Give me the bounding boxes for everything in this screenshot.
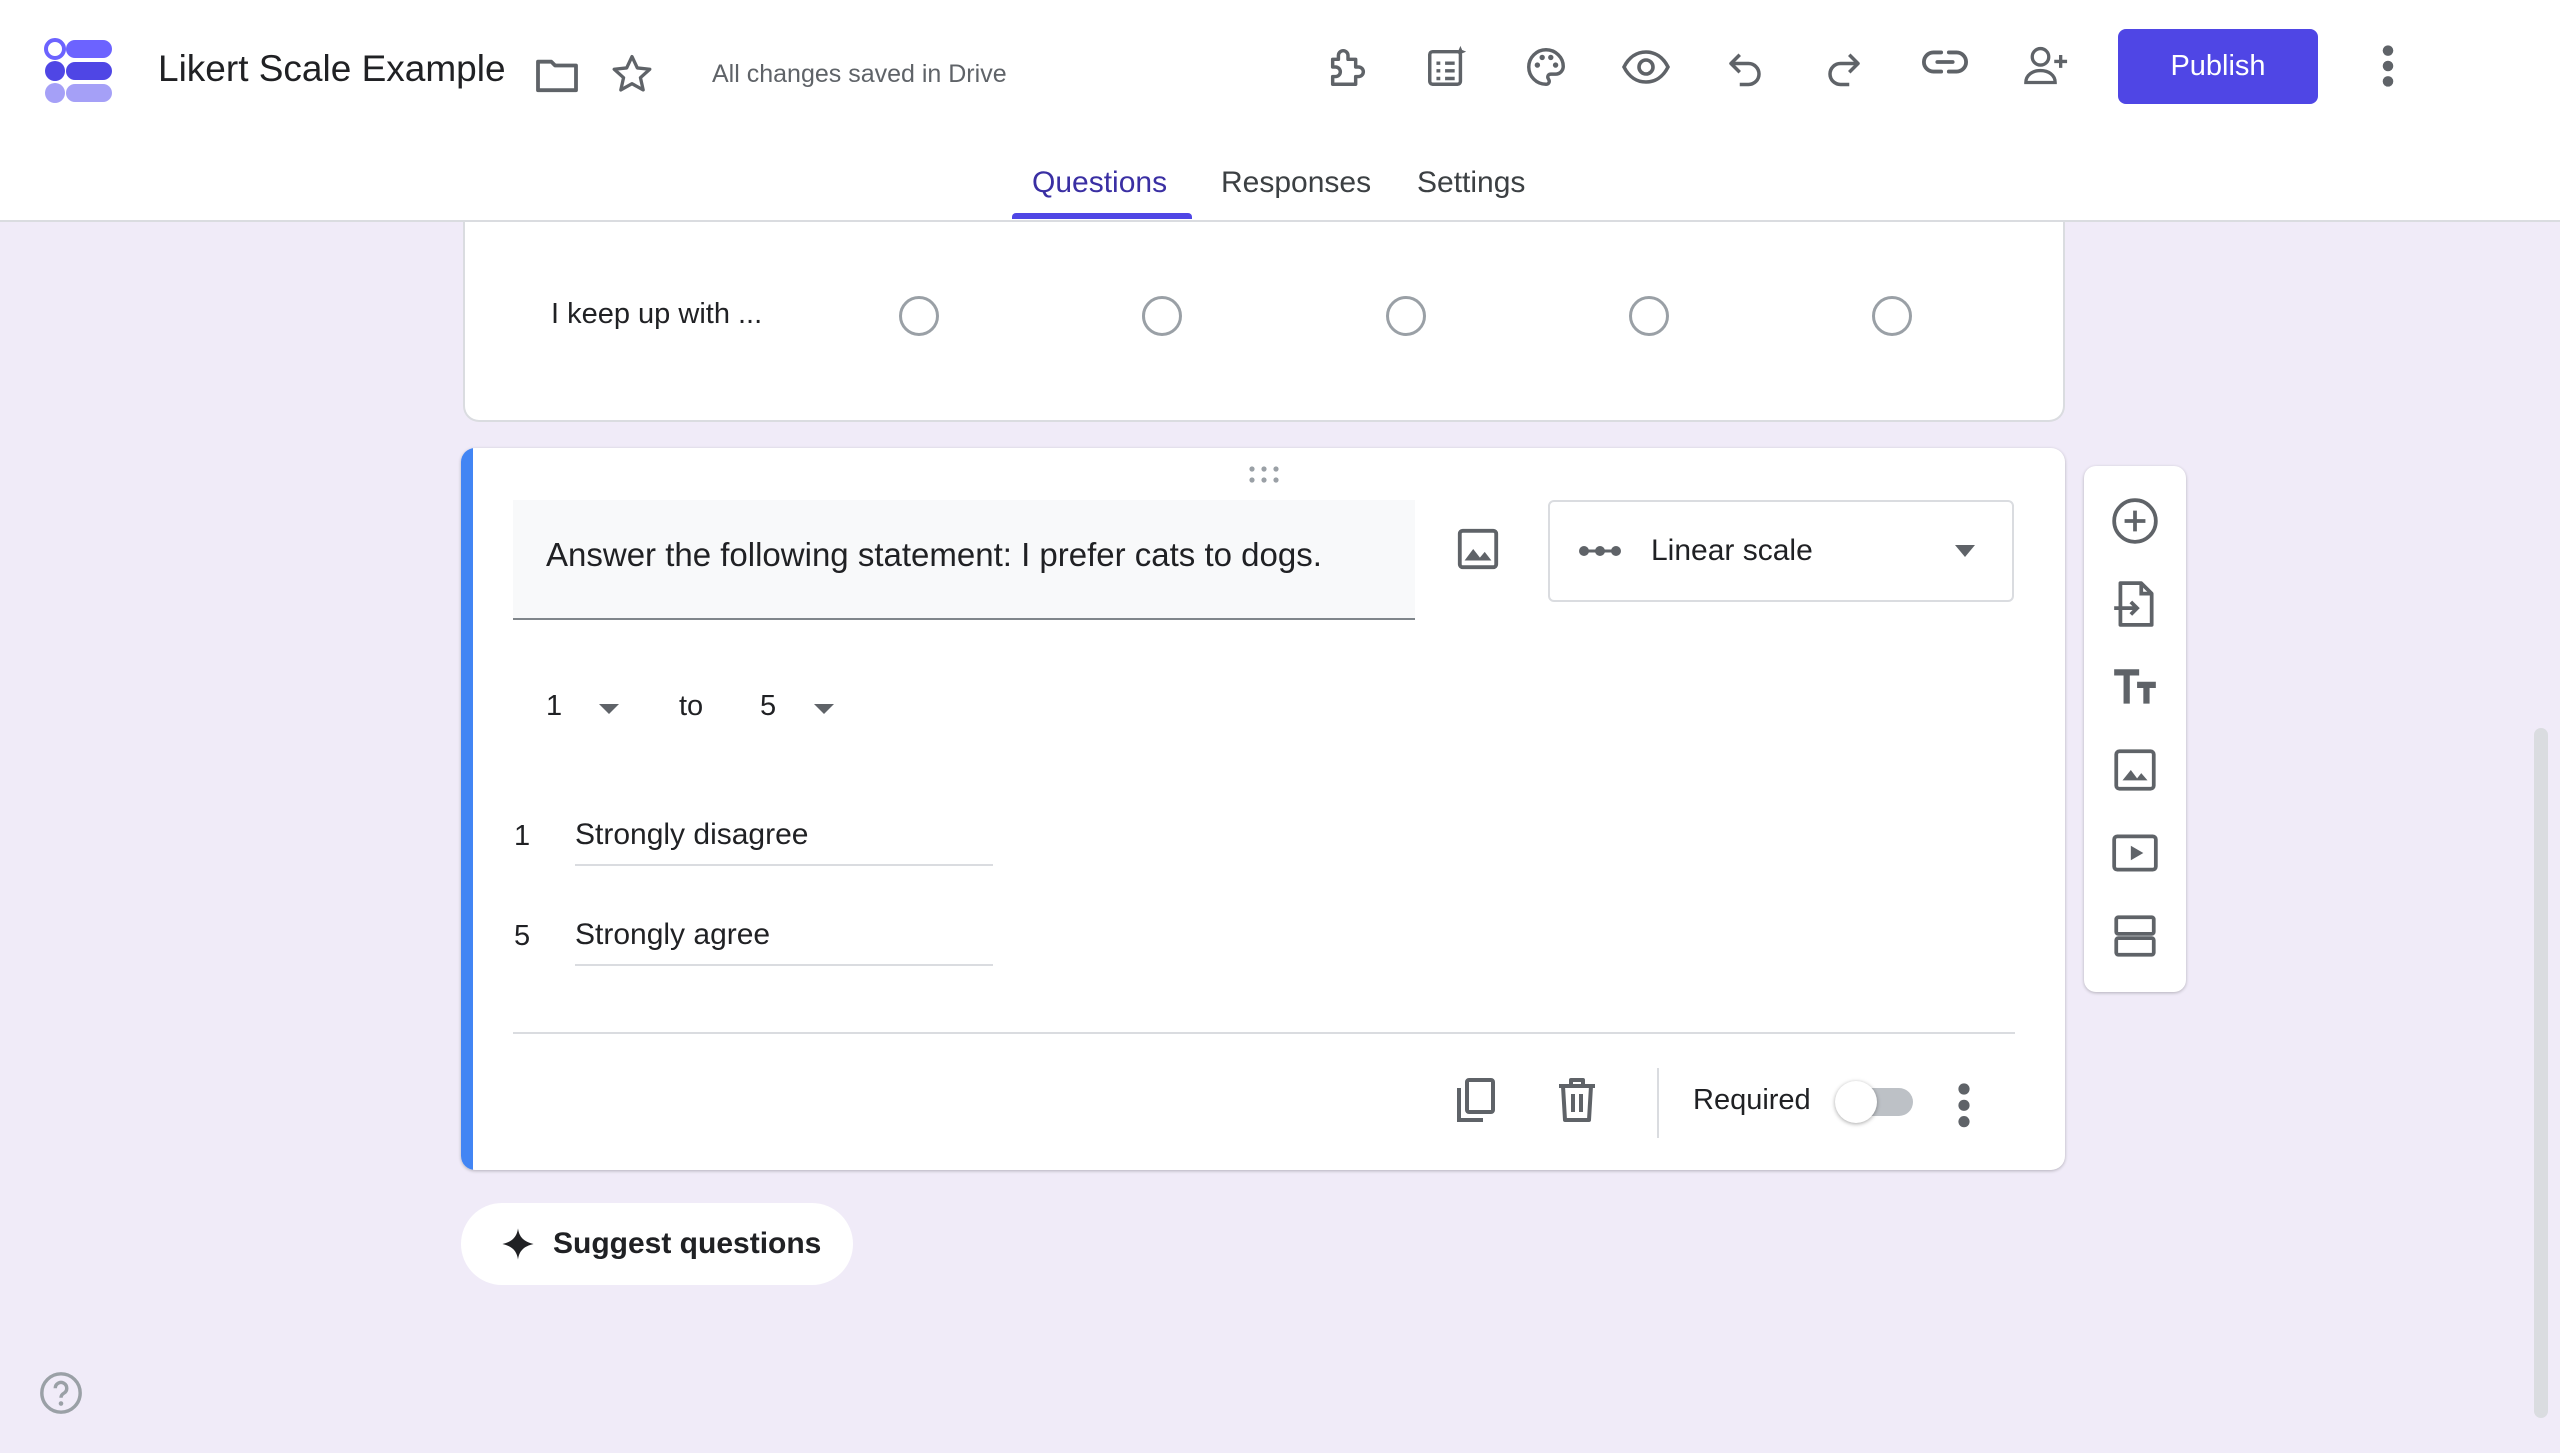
save-status: All changes saved in Drive	[712, 60, 1007, 88]
grid-question-card[interactable]: I keep up with ...	[463, 222, 2065, 422]
scale-max-number: 5	[514, 920, 531, 952]
question-title-text: Answer the following statement: I prefer…	[546, 536, 1322, 573]
suggest-questions-label: Suggest questions	[553, 1227, 822, 1260]
more-vert-icon[interactable]	[1957, 1082, 1971, 1128]
drag-handle-icon[interactable]	[1246, 464, 1282, 486]
card-divider	[513, 1032, 2015, 1034]
tab-responses[interactable]: Responses	[1221, 166, 1371, 200]
star-icon[interactable]	[610, 52, 654, 96]
grid-radio[interactable]	[1142, 296, 1182, 336]
folder-icon[interactable]	[534, 56, 580, 94]
side-toolbar	[2084, 466, 2186, 992]
add-section-icon[interactable]	[2110, 911, 2160, 961]
range-to-select[interactable]: 5	[760, 690, 776, 723]
import-questions-icon[interactable]	[2110, 579, 2160, 629]
linear-scale-icon	[1578, 538, 1622, 564]
required-label: Required	[1693, 1084, 1811, 1116]
preview-icon[interactable]	[1622, 46, 1670, 88]
chevron-down-icon	[1954, 544, 1976, 558]
grid-radio[interactable]	[899, 296, 939, 336]
add-question-icon[interactable]	[2110, 496, 2160, 546]
grid-row-label: I keep up with ...	[551, 298, 763, 330]
scale-min-number: 1	[514, 820, 531, 852]
duplicate-icon[interactable]	[1453, 1076, 1497, 1124]
range-separator: to	[679, 690, 704, 722]
grid-radio[interactable]	[1629, 296, 1669, 336]
document-title[interactable]: Likert Scale Example	[158, 48, 506, 90]
ai-form-icon[interactable]	[1424, 44, 1470, 90]
tab-questions[interactable]: Questions	[1032, 166, 1167, 200]
question-type-label: Linear scale	[1651, 534, 1813, 567]
palette-icon[interactable]	[1523, 44, 1569, 90]
tab-settings[interactable]: Settings	[1417, 166, 1525, 200]
add-collaborator-icon[interactable]	[2022, 44, 2070, 88]
app-header: Likert Scale Example All changes saved i…	[0, 0, 2560, 222]
undo-icon[interactable]	[1724, 46, 1766, 88]
help-icon[interactable]	[38, 1370, 84, 1416]
form-tabs: Questions Responses Settings	[0, 160, 2560, 220]
question-type-select[interactable]: Linear scale	[1548, 500, 2014, 602]
page-scrollbar[interactable]	[2534, 728, 2548, 1418]
scale-max-label-input[interactable]: Strongly agree	[575, 910, 993, 966]
active-tab-indicator	[1012, 213, 1192, 219]
footer-separator	[1657, 1068, 1659, 1138]
required-toggle-knob[interactable]	[1835, 1081, 1877, 1123]
add-title-icon[interactable]	[2110, 662, 2160, 712]
more-vert-icon[interactable]	[2381, 44, 2395, 88]
chevron-down-icon[interactable]	[598, 702, 620, 714]
redo-icon[interactable]	[1823, 46, 1865, 88]
add-video-icon[interactable]	[2110, 828, 2160, 878]
scale-min-label-input[interactable]: Strongly disagree	[575, 810, 993, 866]
suggest-questions-button[interactable]: Suggest questions	[461, 1203, 853, 1285]
sparkle-icon	[502, 1228, 534, 1260]
linear-scale-question-card[interactable]: Answer the following statement: I prefer…	[461, 448, 2065, 1170]
grid-radio[interactable]	[1386, 296, 1426, 336]
add-image-icon[interactable]	[2110, 745, 2160, 795]
grid-radio[interactable]	[1872, 296, 1912, 336]
range-from-select[interactable]: 1	[546, 690, 562, 723]
add-ons-icon[interactable]	[1325, 44, 1371, 90]
link-icon[interactable]	[1922, 46, 1968, 78]
publish-button[interactable]: Publish	[2118, 29, 2318, 104]
add-image-icon[interactable]	[1455, 526, 1501, 572]
active-card-accent	[461, 448, 473, 1170]
delete-icon[interactable]	[1555, 1076, 1599, 1124]
question-title-input[interactable]: Answer the following statement: I prefer…	[513, 500, 1415, 620]
chevron-down-icon[interactable]	[813, 702, 835, 714]
forms-logo-icon[interactable]	[44, 38, 114, 104]
